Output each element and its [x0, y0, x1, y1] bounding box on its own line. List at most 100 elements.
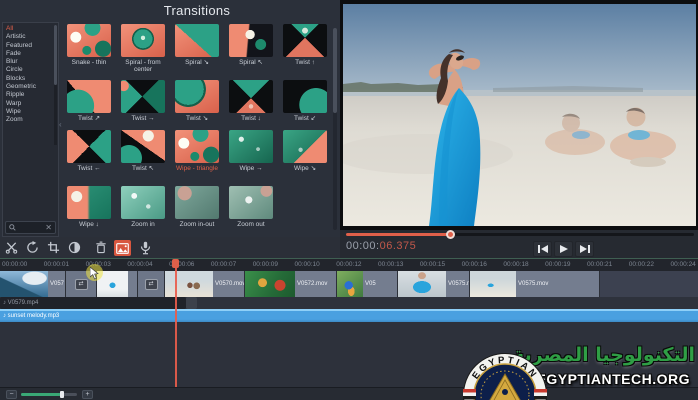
- transition-item[interactable]: Twist ↗: [62, 80, 116, 130]
- transitions-panel: Transitions All Artistic Featured Fade B…: [0, 0, 340, 237]
- category-item-geometric[interactable]: Geometric: [6, 83, 58, 91]
- transition-item[interactable]: Zoom in: [116, 186, 170, 232]
- transition-thumbnail[interactable]: [229, 80, 273, 113]
- category-item-zoom[interactable]: Zoom: [6, 116, 58, 124]
- video-clip[interactable]: V0572.mov: [245, 271, 337, 297]
- transition-item[interactable]: Twist ↙: [278, 80, 332, 130]
- color-adjustments-button[interactable]: [67, 240, 82, 255]
- transition-item[interactable]: Snake - thin: [62, 24, 116, 80]
- category-item-blocks[interactable]: Blocks: [6, 75, 58, 83]
- transition-thumbnail[interactable]: [121, 130, 165, 163]
- playhead-marker[interactable]: [172, 259, 179, 268]
- audio-track-clip[interactable]: ♪ sunset melody.mp3: [0, 309, 698, 322]
- linked-audio-end-handle[interactable]: [186, 297, 197, 309]
- clip-thumbnail: [337, 271, 363, 297]
- transitions-scrollbar[interactable]: [333, 28, 337, 230]
- category-item-wipe[interactable]: Wipe: [6, 108, 58, 116]
- cut-button[interactable]: [4, 240, 19, 255]
- crop-button[interactable]: [46, 240, 61, 255]
- transition-item[interactable]: Twist ↘: [170, 80, 224, 130]
- seek-bar[interactable]: [346, 233, 694, 236]
- category-item-circle[interactable]: Circle: [6, 66, 58, 74]
- linked-audio-clip[interactable]: ♪ V0579.mp4: [0, 297, 186, 309]
- transition-item[interactable]: Spiral - from center: [116, 24, 170, 80]
- transition-thumbnail[interactable]: [121, 186, 165, 219]
- transition-thumbnail[interactable]: [121, 24, 165, 57]
- video-clip[interactable]: V0570.mov: [165, 271, 245, 297]
- category-item-blur[interactable]: Blur: [6, 58, 58, 66]
- video-clip[interactable]: [97, 271, 138, 297]
- timeline-zoom-slider[interactable]: [21, 393, 77, 396]
- image-icon: [116, 243, 129, 254]
- play-button[interactable]: [554, 241, 573, 257]
- transition-item[interactable]: Twist ↖: [116, 130, 170, 186]
- cursor-arrow-icon: [90, 267, 101, 280]
- transition-wizard-button-active[interactable]: [114, 240, 131, 256]
- egypt-flag-left-icon: [463, 389, 476, 400]
- transition-thumbnail[interactable]: [283, 130, 327, 163]
- zoom-in-button[interactable]: +: [82, 390, 93, 399]
- transition-thumbnail[interactable]: [67, 130, 111, 163]
- zoom-out-button[interactable]: −: [6, 390, 17, 399]
- video-clip[interactable]: V0575.mov: [470, 271, 600, 297]
- microphone-icon: [140, 241, 151, 255]
- record-voiceover-button[interactable]: [138, 240, 153, 255]
- transition-item[interactable]: Twist →: [116, 80, 170, 130]
- transition-thumbnail[interactable]: [175, 130, 219, 163]
- transition-thumbnail[interactable]: [283, 24, 327, 57]
- transition-item[interactable]: Twist ↑: [278, 24, 332, 80]
- video-track[interactable]: V057 ⇄ ⇄ V0570.mov V0572.mov V05 V0575.m…: [0, 271, 698, 297]
- transition-item[interactable]: Twist ←: [62, 130, 116, 186]
- preview-video[interactable]: [343, 4, 696, 226]
- category-item-warp[interactable]: Warp: [6, 100, 58, 108]
- transition-item[interactable]: Zoom out: [224, 186, 278, 232]
- next-frame-button[interactable]: [575, 241, 594, 257]
- transition-thumbnail[interactable]: [67, 24, 111, 57]
- clip-transition[interactable]: ⇄: [138, 271, 165, 297]
- timeline-ruler[interactable]: 00:00:00 00:00:01 00:00:03 00:00:04 00:0…: [0, 258, 698, 271]
- transition-item[interactable]: Wipe ↘: [278, 130, 332, 186]
- transition-thumbnail[interactable]: [67, 186, 111, 219]
- playhead-line[interactable]: [175, 259, 177, 387]
- search-input[interactable]: ✕: [5, 221, 56, 234]
- transition-thumbnail[interactable]: [121, 80, 165, 113]
- transition-thumbnail[interactable]: [229, 130, 273, 163]
- transition-thumbnail[interactable]: [229, 186, 273, 219]
- transition-thumbnail[interactable]: [283, 80, 327, 113]
- transition-item[interactable]: Twist ↓: [224, 80, 278, 130]
- seek-handle[interactable]: [446, 230, 455, 239]
- video-clip[interactable]: V05: [337, 271, 398, 297]
- category-item-featured[interactable]: Featured: [6, 42, 58, 50]
- transition-item[interactable]: Zoom in-out: [170, 186, 224, 232]
- transition-thumbnail[interactable]: [67, 80, 111, 113]
- bottom-bar: − +: [0, 387, 698, 400]
- transition-thumbnail[interactable]: [175, 186, 219, 219]
- zoom-slider-handle[interactable]: [60, 391, 64, 398]
- category-item-artistic[interactable]: Artistic: [6, 33, 58, 41]
- category-item-fade[interactable]: Fade: [6, 50, 58, 58]
- transition-thumbnail[interactable]: [175, 80, 219, 113]
- transition-thumbnail[interactable]: [229, 24, 273, 57]
- transition-item[interactable]: Spiral ↘: [170, 24, 224, 80]
- transition-item-selected[interactable]: Wipe - triangle: [170, 130, 224, 186]
- search-clear-icon[interactable]: ✕: [45, 224, 52, 232]
- rotate-button[interactable]: [25, 240, 40, 255]
- category-item-ripple[interactable]: Ripple: [6, 91, 58, 99]
- category-item-all[interactable]: All: [6, 25, 58, 33]
- transition-item[interactable]: Wipe →: [224, 130, 278, 186]
- video-clip[interactable]: V057: [0, 271, 66, 297]
- category-scrollbar[interactable]: [54, 25, 57, 145]
- delete-button[interactable]: [93, 240, 108, 255]
- preview-area: [340, 0, 698, 230]
- zoom-slider-fill: [21, 393, 61, 396]
- transition-thumbnail[interactable]: [175, 24, 219, 57]
- previous-frame-button[interactable]: [533, 241, 552, 257]
- category-list: All Artistic Featured Fade Blur Circle B…: [3, 23, 58, 125]
- egyptian-logo-icon: EGYPTIAN: [462, 352, 548, 400]
- video-clip[interactable]: V0575.m: [398, 271, 470, 297]
- transition-item[interactable]: Wipe ↓: [62, 186, 116, 232]
- transition-item[interactable]: Spiral ↖: [224, 24, 278, 80]
- clip-thumbnail: [165, 271, 213, 297]
- play-icon: [560, 245, 568, 253]
- playback-controls: 00:00:06.375: [340, 230, 698, 258]
